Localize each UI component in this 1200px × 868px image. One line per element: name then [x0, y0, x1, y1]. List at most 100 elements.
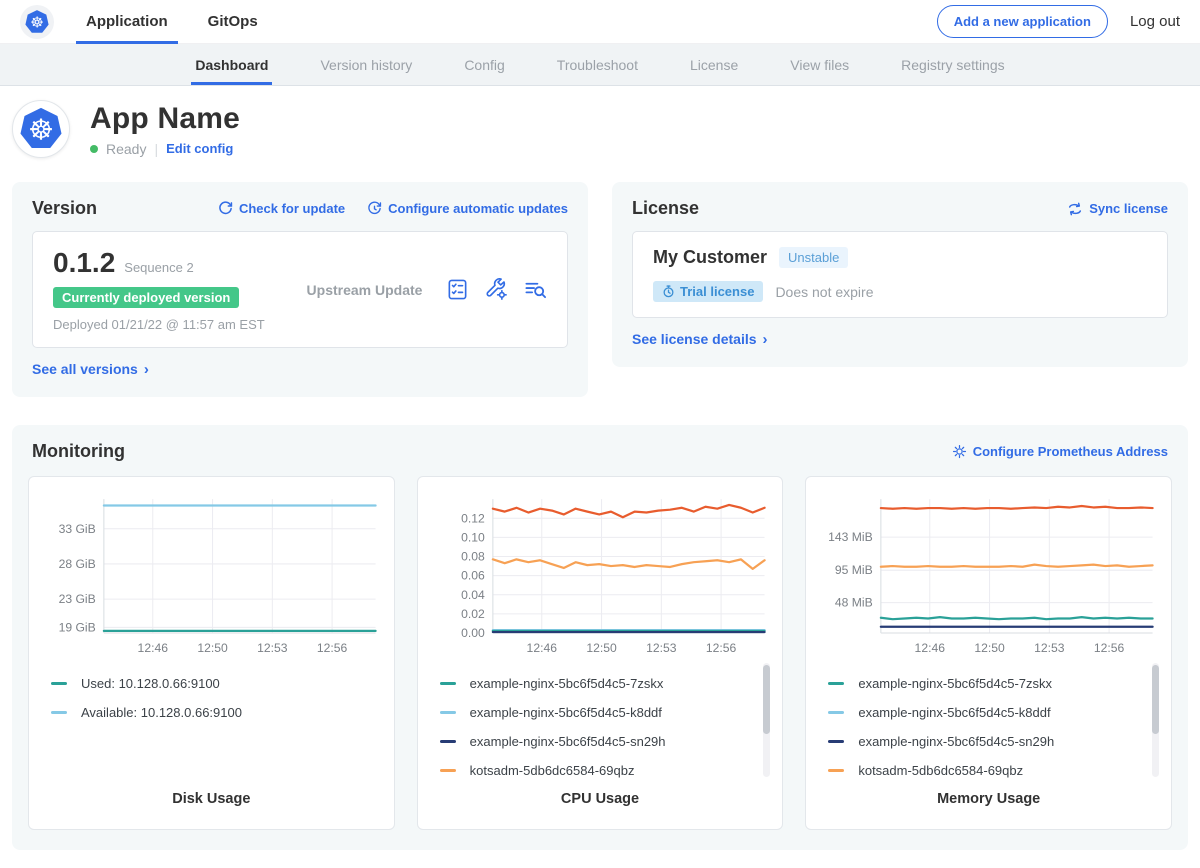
add-application-button[interactable]: Add a new application: [937, 5, 1108, 38]
disk-usage-chart: 12:4612:5012:5312:5633 GiB28 GiB23 GiB19…: [41, 489, 382, 659]
svg-text:12:50: 12:50: [975, 641, 1006, 655]
svg-text:48 MiB: 48 MiB: [835, 596, 873, 610]
svg-text:12:56: 12:56: [1094, 641, 1125, 655]
svg-text:12:53: 12:53: [1034, 641, 1065, 655]
ready-status-text: Ready: [106, 141, 146, 157]
config-wrench-icon[interactable]: [485, 278, 508, 301]
chart-title: Disk Usage: [41, 791, 382, 807]
svg-text:12:50: 12:50: [197, 641, 228, 655]
cpu-usage-chart-card: 12:4612:5012:5312:560.120.100.080.060.04…: [417, 476, 784, 830]
logout-button[interactable]: Log out: [1130, 13, 1180, 30]
license-card: License Sync license My Customer Unstabl…: [612, 182, 1188, 367]
legend-scrollbar-thumb[interactable]: [763, 665, 770, 733]
app-sub-navigation: Dashboard Version history Config Trouble…: [0, 44, 1200, 86]
legend-label: example-nginx-5bc6f5d4c5-7zskx: [858, 676, 1052, 691]
legend-item: example-nginx-5bc6f5d4c5-k8ddf: [440, 698, 757, 727]
configure-automatic-updates-link[interactable]: Configure automatic updates: [367, 201, 568, 216]
svg-text:12:46: 12:46: [138, 641, 169, 655]
see-license-details-link[interactable]: See license details ›: [632, 331, 768, 347]
view-diff-icon[interactable]: [524, 278, 547, 301]
legend-color-dash: [440, 682, 456, 685]
expiry-text: Does not expire: [775, 284, 873, 300]
legend-color-dash: [828, 711, 844, 714]
legend-item: example-nginx-5bc6f5d4c5-7zskx: [828, 669, 1145, 698]
sync-license-link[interactable]: Sync license: [1067, 201, 1168, 217]
svg-text:0.08: 0.08: [461, 550, 485, 564]
legend-color-dash: [440, 769, 456, 772]
kubernetes-logo[interactable]: ☸: [20, 5, 54, 39]
svg-text:12:56: 12:56: [706, 641, 737, 655]
gear-icon: [952, 444, 967, 459]
svg-text:0.10: 0.10: [461, 530, 485, 544]
legend-label: kotsadm-5db6dc6584-69qbz: [470, 763, 635, 778]
see-all-versions-link[interactable]: See all versions ›: [32, 361, 149, 377]
tab-registry-settings[interactable]: Registry settings: [901, 44, 1004, 85]
monitoring-title: Monitoring: [32, 441, 125, 462]
monitoring-section: Monitoring Configure Prometheus Address …: [12, 425, 1188, 850]
legend-item: example-nginx-5bc6f5d4c5-7zskx: [440, 669, 757, 698]
app-avatar: ☸: [12, 100, 70, 158]
chevron-right-icon: ›: [144, 362, 149, 377]
tab-troubleshoot[interactable]: Troubleshoot: [557, 44, 638, 85]
tab-view-files[interactable]: View files: [790, 44, 849, 85]
upstream-update-label: Upstream Update: [283, 282, 446, 298]
current-version-row: 0.1.2 Sequence 2 Currently deployed vers…: [32, 231, 568, 348]
app-header: ☸ App Name Ready | Edit config: [0, 86, 1200, 176]
chart-title: CPU Usage: [430, 791, 771, 807]
channel-badge: Unstable: [779, 247, 848, 268]
currently-deployed-badge: Currently deployed version: [53, 287, 239, 308]
tab-config[interactable]: Config: [464, 44, 504, 85]
ready-status-dot: [90, 145, 98, 153]
svg-text:0.00: 0.00: [461, 626, 485, 640]
svg-text:28 GiB: 28 GiB: [59, 557, 96, 571]
svg-text:0.12: 0.12: [461, 511, 485, 525]
svg-text:12:46: 12:46: [915, 641, 946, 655]
svg-text:☸: ☸: [30, 14, 44, 31]
version-card-title: Version: [32, 198, 97, 219]
stopwatch-icon: [662, 285, 675, 298]
tab-dashboard[interactable]: Dashboard: [195, 44, 268, 85]
kubernetes-app-icon: ☸: [18, 106, 64, 152]
legend-label: example-nginx-5bc6f5d4c5-7zskx: [470, 676, 664, 691]
tab-license[interactable]: License: [690, 44, 738, 85]
legend-label: kotsadm-5db6dc6584-69qbz: [858, 763, 1023, 778]
legend-scrollbar[interactable]: [763, 663, 770, 777]
trial-license-badge: Trial license: [653, 281, 763, 302]
legend-item: kotsadm-5db6dc6584-69qbz: [828, 756, 1145, 785]
configure-prometheus-link[interactable]: Configure Prometheus Address: [952, 444, 1168, 459]
sequence-label: Sequence 2: [124, 260, 193, 275]
memory-usage-chart: 12:46 12:50 12:53 12:56 143 MiB 95 MiB 48 MiB: [818, 489, 1159, 659]
legend-item: Available: 10.128.0.66:9100: [51, 698, 368, 727]
legend-scrollbar[interactable]: [1152, 663, 1159, 777]
refresh-icon: [218, 201, 233, 216]
edit-config-link[interactable]: Edit config: [166, 141, 233, 156]
page-title: App Name: [90, 102, 240, 136]
svg-text:95 MiB: 95 MiB: [835, 563, 873, 577]
legend-scrollbar-thumb[interactable]: [1152, 665, 1159, 733]
legend-color-dash: [440, 740, 456, 743]
cards-row: Version Check for update Configure autom…: [12, 182, 1188, 397]
svg-text:12:46: 12:46: [526, 641, 557, 655]
legend-label: Used: 10.128.0.66:9100: [81, 676, 220, 691]
check-for-update-link[interactable]: Check for update: [218, 201, 345, 216]
top-navigation: ☸ Application GitOps Add a new applicati…: [0, 0, 1200, 44]
svg-text:143 MiB: 143 MiB: [828, 530, 873, 544]
legend-label: example-nginx-5bc6f5d4c5-k8ddf: [858, 705, 1050, 720]
legend-item: example-nginx-5bc6f5d4c5-sn29h: [440, 727, 757, 756]
kubernetes-helm-icon: ☸: [24, 9, 50, 35]
preflight-checks-icon[interactable]: [446, 278, 469, 301]
tab-version-history[interactable]: Version history: [320, 44, 412, 85]
license-summary-row: My Customer Unstable Trial license Does …: [632, 231, 1168, 318]
svg-text:12:53: 12:53: [257, 641, 288, 655]
legend-label: example-nginx-5bc6f5d4c5-k8ddf: [470, 705, 662, 720]
chart-title: Memory Usage: [818, 791, 1159, 807]
legend-color-dash: [51, 711, 67, 714]
topnav-tab-application[interactable]: Application: [82, 0, 172, 44]
topnav-tab-gitops[interactable]: GitOps: [204, 0, 262, 44]
cpu-usage-chart: 12:4612:5012:5312:560.120.100.080.060.04…: [430, 489, 771, 659]
svg-text:0.06: 0.06: [461, 569, 485, 583]
legend-label: example-nginx-5bc6f5d4c5-sn29h: [858, 734, 1054, 749]
chart-legend: example-nginx-5bc6f5d4c5-7zskx example-ng…: [430, 659, 771, 787]
svg-text:☸: ☸: [28, 115, 54, 147]
chart-legend: Used: 10.128.0.66:9100 Available: 10.128.…: [41, 659, 382, 787]
